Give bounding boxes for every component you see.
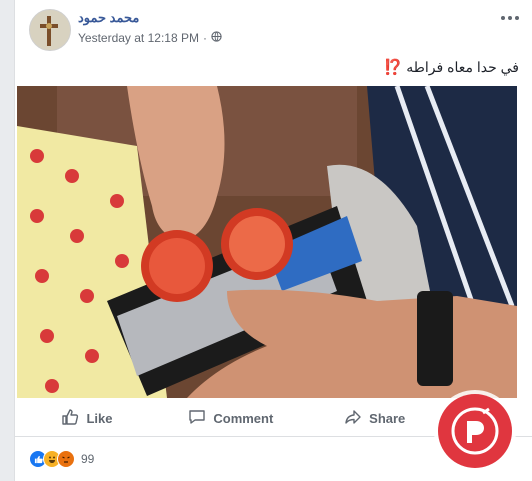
photo-image: [17, 86, 517, 398]
comment-icon: [188, 408, 206, 429]
avatar[interactable]: [29, 9, 71, 51]
more-dot-icon: [501, 16, 505, 20]
watermark-logo-icon: [438, 394, 512, 468]
post-meta: Yesterday at 12:18 PM ·: [78, 31, 222, 45]
comment-button[interactable]: Comment: [159, 402, 303, 434]
more-options-button[interactable]: [497, 10, 523, 26]
share-label: Share: [369, 410, 406, 426]
author-name[interactable]: محمد حمود: [78, 10, 139, 26]
reaction-count: 99: [81, 452, 95, 466]
thumbs-up-icon: [61, 408, 79, 429]
avatar-image: [30, 10, 70, 50]
meta-separator: ·: [202, 31, 207, 45]
reactions-summary[interactable]: 99: [29, 450, 94, 468]
post-text-content: في حدا معاه فراطه: [406, 58, 519, 75]
more-dot-icon: [508, 16, 512, 20]
post-photo[interactable]: [17, 86, 517, 398]
angry-reaction-icon: [57, 450, 75, 468]
interrobang-emoji-icon: ⁉️: [383, 59, 403, 76]
globe-icon: [211, 31, 222, 45]
like-label: Like: [86, 410, 113, 426]
more-dot-icon: [515, 16, 519, 20]
like-button[interactable]: Like: [15, 402, 159, 434]
comment-label: Comment: [213, 410, 274, 426]
share-icon: [344, 408, 362, 429]
post-text: في حدا معاه فراطه ⁉️: [383, 58, 519, 77]
share-button[interactable]: Share: [303, 402, 447, 434]
post-timestamp[interactable]: Yesterday at 12:18 PM: [78, 31, 199, 45]
